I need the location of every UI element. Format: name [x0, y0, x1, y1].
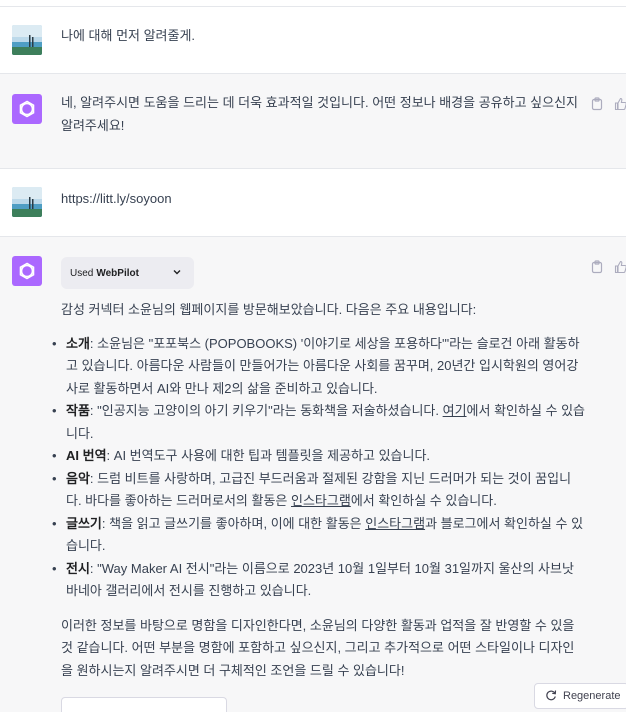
item-label: 음악 [66, 470, 90, 486]
assistant-avatar [12, 256, 42, 286]
top-divider [0, 0, 626, 7]
plugin-used-label: Used [70, 267, 94, 279]
user-avatar [12, 187, 42, 217]
item-label: 글쓰기 [66, 515, 102, 531]
list-item: AI 번역: AI 번역도구 사용에 대한 팁과 템플릿을 제공하고 있습니다. [52, 445, 586, 468]
landscape-avatar-icon [12, 25, 42, 55]
item-link[interactable]: 인스타그램 [291, 493, 351, 508]
list-item: 음악: 드럼 비트를 사랑하며, 고급진 부드러움과 절제된 강함을 지닌 드러… [52, 468, 586, 513]
openai-logo-icon [19, 262, 35, 280]
clipboard-icon[interactable] [590, 260, 604, 274]
item-link[interactable]: 인스타그램 [365, 516, 425, 531]
list-item: 작품: "인공지능 고양이의 아기 키우기"라는 동화책을 저술하셨습니다. 여… [52, 400, 586, 445]
item-label: 작품 [66, 403, 90, 418]
list-item: 글쓰기: 책을 읽고 글쓰기를 좋아하며, 이에 대한 활동은 인스타그램과 블… [52, 513, 586, 558]
item-text: : 소윤님은 "포포북스 (POPOBOOKS) '이야기로 세상을 포용하다'… [66, 335, 580, 396]
input-area-edge [61, 697, 227, 712]
user-avatar [12, 25, 42, 55]
item-label: AI 번역 [66, 448, 107, 463]
answer-outro: 이러한 정보를 바탕으로 명함을 디자인한다면, 소윤님의 다양한 활동과 업적… [61, 617, 575, 678]
list-item: 소개: 소윤님은 "포포북스 (POPOBOOKS) '이야기로 세상을 포용하… [52, 333, 586, 401]
thumbs-up-icon[interactable] [614, 97, 626, 111]
assistant-answer: 감성 커넥터 소윤님의 웹페이지를 방문해보았습니다. 다음은 주요 내용입니다… [52, 299, 586, 682]
assistant-message-text: 네, 알려주시면 도움을 드리는 데 더욱 효과적일 것입니다. 어떤 정보나 … [61, 95, 579, 133]
answer-list: 소개: 소윤님은 "포포북스 (POPOBOOKS) '이야기로 세상을 포용하… [52, 333, 586, 603]
assistant-avatar [12, 94, 42, 124]
answer-intro: 감성 커넥터 소윤님의 웹페이지를 방문해보았습니다. 다음은 주요 내용입니다… [61, 302, 477, 317]
list-item: 전시: "Way Maker AI 전시"라는 이름으로 2023년 10월 1… [52, 558, 586, 603]
item-text: : "Way Maker AI 전시"라는 이름으로 2023년 10월 1일부… [66, 560, 574, 599]
landscape-avatar-icon [12, 187, 42, 217]
clipboard-icon[interactable] [590, 97, 604, 111]
plugin-name: WebPilot [96, 267, 139, 279]
regenerate-label: Regenerate [563, 690, 621, 702]
plugin-used-toggle[interactable]: Used WebPilot [61, 257, 194, 289]
thumbs-up-icon[interactable] [614, 260, 626, 274]
refresh-icon [545, 689, 557, 704]
message-actions [590, 260, 626, 276]
assistant-message-2: Used WebPilot 감성 커넥터 소윤님의 웹페이지를 방문해보았습니다… [0, 237, 626, 712]
user-message-1: 나에 대해 먼저 알려줄게. [0, 7, 626, 74]
regenerate-button[interactable]: Regenerate [534, 683, 626, 709]
item-label: 전시 [66, 560, 90, 576]
user-message-2: https://litt.ly/soyoon [0, 169, 626, 237]
assistant-message-1: 네, 알려주시면 도움을 드리는 데 더욱 효과적일 것입니다. 어떤 정보나 … [0, 74, 626, 169]
item-text: 에서 확인하실 수 있습니다. [350, 493, 497, 508]
item-label: 소개 [66, 335, 90, 351]
user-message-text: 나에 대해 먼저 알려줄게. [61, 28, 196, 43]
item-link[interactable]: 여기 [443, 403, 467, 418]
chevron-down-icon [172, 267, 182, 280]
item-text: : "인공지능 고양이의 아기 키우기"라는 동화책을 저술하셨습니다. [89, 403, 443, 418]
user-message-text: https://litt.ly/soyoon [61, 191, 172, 206]
message-actions [590, 97, 626, 113]
item-text: : AI 번역도구 사용에 대한 팁과 템플릿을 제공하고 있습니다. [106, 448, 431, 463]
item-text: : 책을 읽고 글쓰기를 좋아하며, 이에 대한 활동은 [101, 515, 366, 531]
openai-logo-icon [19, 100, 35, 118]
